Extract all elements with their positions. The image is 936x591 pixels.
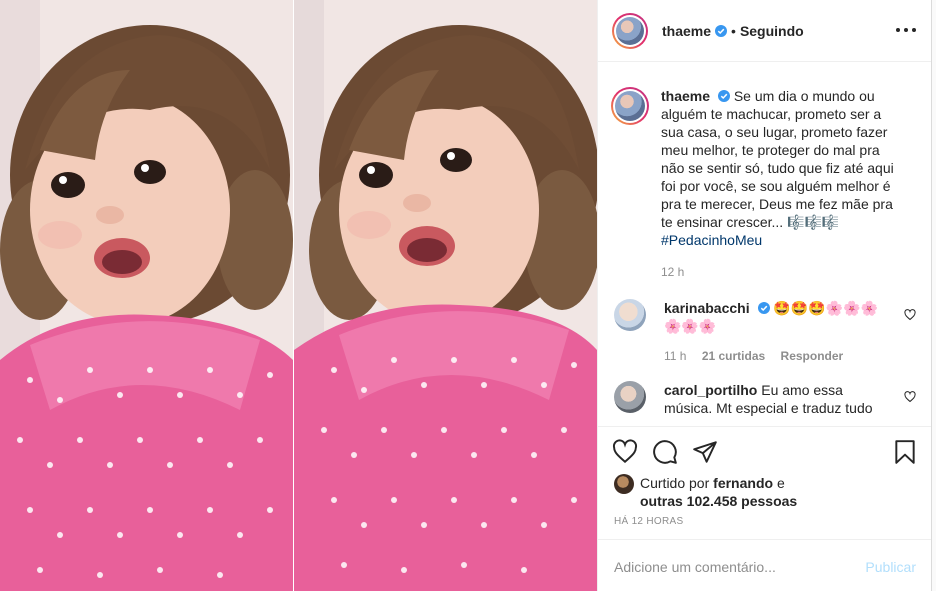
- comment-icon[interactable]: [652, 439, 678, 465]
- comments-list[interactable]: thaeme Se um dia o mundo ou alguém te ma…: [598, 63, 932, 425]
- window-edge: [931, 0, 936, 591]
- caption: thaeme Se um dia o mundo ou alguém te ma…: [611, 87, 916, 281]
- caption-username[interactable]: thaeme: [661, 88, 710, 104]
- author-avatar[interactable]: [612, 12, 648, 49]
- publish-button[interactable]: Publicar: [865, 559, 916, 575]
- post-side-panel: thaeme • Seguindo thaeme Se um dia o mun…: [597, 0, 932, 591]
- reply-button[interactable]: Responder: [781, 349, 844, 363]
- verified-badge-icon: [757, 302, 770, 314]
- verified-badge-icon: [717, 90, 730, 102]
- comment-username[interactable]: carol_portilho: [664, 382, 757, 398]
- comment-time[interactable]: 11 h: [664, 349, 686, 363]
- caption-time[interactable]: 12 h: [661, 265, 684, 279]
- baby-photo-right: [294, 0, 597, 591]
- bookmark-icon[interactable]: [892, 439, 918, 465]
- hashtag-link[interactable]: #PedacinhoMeu: [661, 232, 762, 248]
- photo-frame-left: [0, 0, 293, 591]
- heart-icon[interactable]: [904, 391, 916, 403]
- header-separator: •: [731, 22, 736, 39]
- caption-text: Se um dia o mundo ou alguém te machucar,…: [661, 88, 894, 230]
- more-options-icon[interactable]: [896, 20, 916, 40]
- likes-summary: Curtido por fernando e outras 102.458 pe…: [614, 474, 797, 510]
- verified-badge-icon: [715, 24, 728, 37]
- post-media[interactable]: [0, 0, 597, 591]
- likes-connector: e: [776, 475, 785, 491]
- commenter-avatar[interactable]: [614, 381, 646, 413]
- comment-likes[interactable]: 21 curtidas: [702, 349, 765, 363]
- author-username[interactable]: thaeme: [662, 23, 711, 39]
- likes-prefix: Curtido por: [640, 475, 710, 491]
- commenter-avatar[interactable]: [614, 299, 646, 331]
- post-header: thaeme • Seguindo: [598, 0, 932, 62]
- photo-frame-right: [294, 0, 597, 591]
- caption-avatar[interactable]: [611, 87, 649, 125]
- baby-photo-left: [0, 0, 293, 591]
- comment-username[interactable]: karinabacchi: [664, 300, 750, 316]
- comment-input[interactable]: Adicione um comentário...: [614, 559, 776, 575]
- liker-avatar[interactable]: [614, 474, 634, 494]
- following-button[interactable]: Seguindo: [740, 23, 804, 39]
- heart-icon[interactable]: [612, 439, 638, 465]
- comment-item: karinabacchi 🤩🤩🤩🌸🌸🌸🌸🌸🌸 11 h 21 curtidas …: [614, 299, 916, 365]
- liker-username[interactable]: fernando: [713, 475, 773, 491]
- action-bar: [598, 426, 932, 476]
- comment-item: carol_portilho Eu amo essa música. Mt es…: [614, 381, 916, 417]
- post-timestamp[interactable]: HÁ 12 HORAS: [614, 516, 683, 527]
- add-comment-bar: Adicione um comentário... Publicar: [598, 539, 932, 591]
- share-icon[interactable]: [692, 439, 718, 465]
- heart-icon[interactable]: [904, 309, 916, 321]
- likes-count[interactable]: outras 102.458 pessoas: [640, 493, 797, 509]
